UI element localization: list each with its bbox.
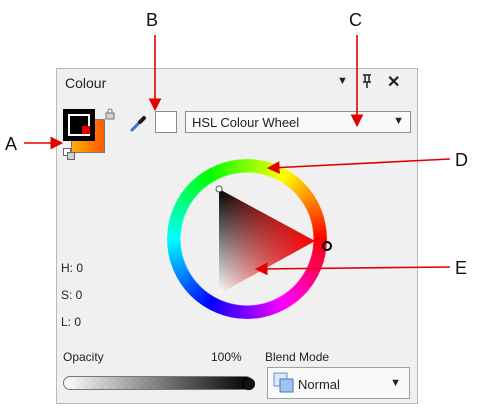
eyedropper-icon[interactable] [129,113,149,138]
callout-e: E [455,258,468,278]
opacity-slider[interactable] [63,376,253,390]
saturation-lightness-triangle[interactable] [167,159,327,319]
lock-icon[interactable] [105,107,115,125]
hue-value: H: 0 [61,261,84,275]
primary-colour-swatch[interactable] [63,109,95,141]
pin-icon[interactable] [360,73,374,92]
chevron-down-icon: ▼ [390,377,401,389]
callout-d: D [455,150,468,170]
close-icon[interactable]: ✕ [387,72,400,92]
blend-mode-select[interactable]: Normal ▼ [267,367,410,399]
hue-marker-icon[interactable] [322,241,332,251]
callout-a: A [5,134,18,154]
opacity-label: Opacity [63,350,104,364]
panel-title: Colour [65,75,107,91]
blend-mode-value: Normal [298,377,340,392]
callout-c: C [349,10,362,30]
panel-titlebar: Colour ▼ ✕ [57,69,417,97]
lightness-value: L: 0 [61,315,82,329]
picked-colour-swatch[interactable] [155,111,177,133]
callout-b: B [146,10,159,30]
opacity-slider-thumb[interactable] [243,378,255,390]
colour-mode-value: HSL Colour Wheel [192,115,300,130]
swap-colours-icon[interactable] [63,147,75,165]
saturation-value: S: 0 [61,288,83,302]
blend-mode-label: Blend Mode [265,350,330,364]
opacity-value: 100% [211,350,242,364]
dropdown-triangle-icon[interactable]: ▼ [337,75,348,87]
colour-panel: Colour ▼ ✕ HSL Colour Wheel ▼ H: 0 S: 0 … [56,68,418,404]
blend-mode-icon [273,372,295,399]
colour-mode-select[interactable]: HSL Colour Wheel ▼ [185,111,411,133]
chevron-down-icon: ▼ [393,115,404,127]
